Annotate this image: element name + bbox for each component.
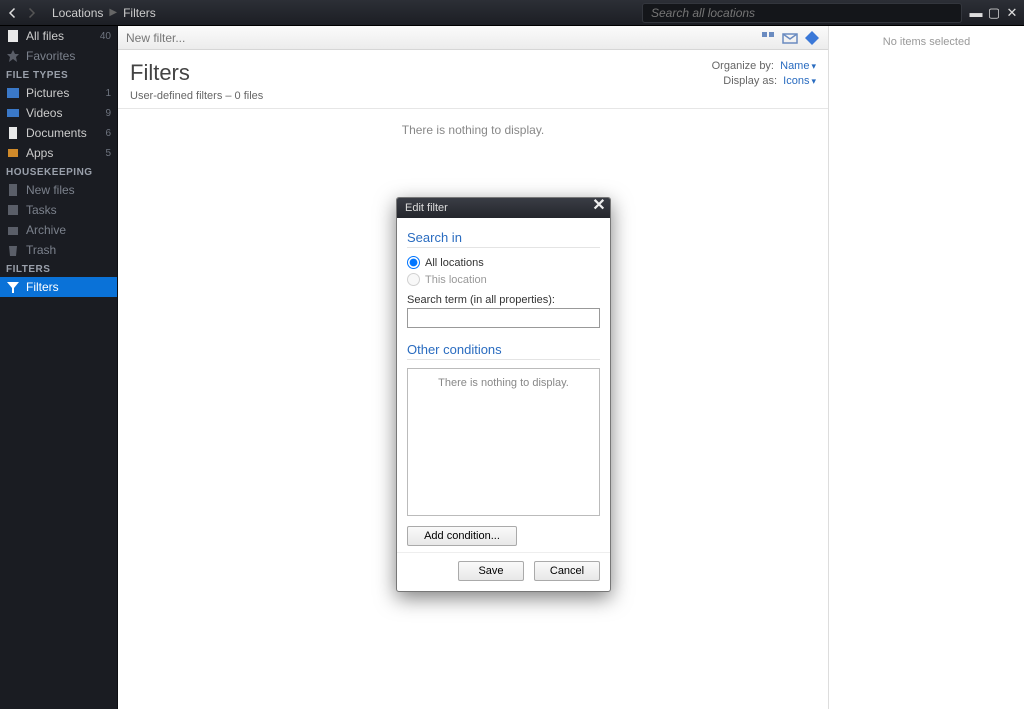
search-input[interactable] bbox=[642, 3, 962, 23]
conditions-list: There is nothing to display. bbox=[407, 368, 600, 516]
forward-button[interactable] bbox=[23, 5, 39, 21]
topbar: Locations ▶ Filters ▬ ▢ ✕ bbox=[0, 0, 1024, 26]
sidebar-item-all-files[interactable]: All files 40 bbox=[0, 26, 117, 46]
sidebar-item-label: Videos bbox=[26, 106, 101, 120]
sidebar-item-label: Tasks bbox=[26, 203, 111, 217]
nav-arrows bbox=[0, 5, 44, 21]
star-icon bbox=[6, 49, 20, 63]
no-selection-label: No items selected bbox=[883, 36, 970, 48]
minimize-button[interactable]: ▬ bbox=[968, 6, 984, 20]
filter-icon bbox=[6, 280, 20, 294]
sidebar-item-label: Documents bbox=[26, 126, 101, 140]
details-pane: No items selected bbox=[829, 26, 1024, 709]
sidebar-item-label: Filters bbox=[26, 280, 111, 294]
radio-this-location[interactable]: This location bbox=[407, 273, 600, 286]
sidebar-item-label: New files bbox=[26, 183, 111, 197]
sidebar-section-header: HOUSEKEEPING bbox=[0, 163, 117, 180]
tasks-icon bbox=[6, 203, 20, 217]
breadcrumb-item[interactable]: Locations bbox=[52, 6, 103, 20]
sidebar-item-label: Favorites bbox=[26, 49, 111, 63]
radio-label: This location bbox=[425, 274, 487, 286]
breadcrumb-item[interactable]: Filters bbox=[123, 6, 156, 20]
window-controls: ▬ ▢ ✕ bbox=[968, 6, 1020, 20]
conditions-empty-message: There is nothing to display. bbox=[438, 377, 569, 389]
search-in-heading: Search in bbox=[407, 230, 600, 248]
sidebar-section-header: FILTERS bbox=[0, 260, 117, 277]
sidebar-item-label: All files bbox=[26, 29, 96, 43]
file-icon bbox=[6, 29, 20, 43]
other-conditions-heading: Other conditions bbox=[407, 342, 600, 360]
search-term-input[interactable] bbox=[407, 308, 600, 328]
back-button[interactable] bbox=[5, 5, 21, 21]
sidebar-item-label: Apps bbox=[26, 146, 101, 160]
sidebar-item-trash[interactable]: Trash bbox=[0, 240, 117, 260]
archive-icon bbox=[6, 223, 20, 237]
sidebar-item-apps[interactable]: Apps 5 bbox=[0, 143, 117, 163]
sidebar-item-count: 40 bbox=[100, 31, 111, 42]
search-term-label: Search term (in all properties): bbox=[407, 294, 600, 306]
close-icon[interactable]: ✕ bbox=[590, 197, 608, 214]
sidebar-item-label: Trash bbox=[26, 243, 111, 257]
chevron-right-icon: ▶ bbox=[109, 7, 117, 18]
radio-label: All locations bbox=[425, 257, 484, 269]
sidebar-item-filters[interactable]: Filters bbox=[0, 277, 117, 297]
sidebar-item-videos[interactable]: Videos 9 bbox=[0, 103, 117, 123]
picture-icon bbox=[6, 86, 20, 100]
edit-filter-dialog: Edit filter ✕ Search in All locations Th… bbox=[396, 197, 611, 592]
trash-icon bbox=[6, 243, 20, 257]
caret-down-icon: ▾ bbox=[811, 76, 816, 86]
page-subtitle: User-defined filters – 0 files bbox=[130, 90, 712, 102]
sidebar: All files 40 Favorites FILE TYPES Pictur… bbox=[0, 26, 118, 709]
radio-all-locations[interactable]: All locations bbox=[407, 256, 600, 269]
sidebar-item-count: 6 bbox=[105, 128, 111, 139]
empty-message: There is nothing to display. bbox=[118, 123, 828, 137]
organize-by-label: Organize by: bbox=[712, 60, 774, 72]
display-as-dropdown[interactable]: Icons▾ bbox=[783, 75, 816, 87]
sidebar-item-newfiles[interactable]: New files bbox=[0, 180, 117, 200]
display-as-label: Display as: bbox=[723, 75, 777, 87]
info-icon[interactable] bbox=[804, 30, 820, 46]
sidebar-section-header: FILE TYPES bbox=[0, 66, 117, 83]
sidebar-item-pictures[interactable]: Pictures 1 bbox=[0, 83, 117, 103]
sidebar-item-archive[interactable]: Archive bbox=[0, 220, 117, 240]
sidebar-item-label: Pictures bbox=[26, 86, 101, 100]
breadcrumb: Locations ▶ Filters bbox=[52, 6, 156, 20]
newfiles-icon bbox=[6, 183, 20, 197]
sidebar-item-count: 9 bbox=[105, 108, 111, 119]
radio-input[interactable] bbox=[407, 256, 420, 269]
cancel-button[interactable]: Cancel bbox=[534, 561, 600, 581]
sidebar-item-label: Archive bbox=[26, 223, 111, 237]
dialog-titlebar[interactable]: Edit filter ✕ bbox=[397, 198, 610, 218]
page-header: Filters User-defined filters – 0 files O… bbox=[118, 50, 828, 109]
caret-down-icon: ▾ bbox=[811, 61, 816, 71]
new-filter-button[interactable]: New filter... bbox=[126, 31, 185, 45]
save-button[interactable]: Save bbox=[458, 561, 524, 581]
page-title: Filters bbox=[130, 60, 712, 86]
sidebar-item-tasks[interactable]: Tasks bbox=[0, 200, 117, 220]
dialog-title: Edit filter bbox=[405, 202, 448, 214]
sidebar-item-count: 5 bbox=[105, 148, 111, 159]
maximize-button[interactable]: ▢ bbox=[986, 6, 1002, 20]
view-mode-icon[interactable] bbox=[760, 30, 776, 46]
sidebar-item-documents[interactable]: Documents 6 bbox=[0, 123, 117, 143]
radio-input[interactable] bbox=[407, 273, 420, 286]
sidebar-item-favorites[interactable]: Favorites bbox=[0, 46, 117, 66]
sidebar-item-count: 1 bbox=[105, 88, 111, 99]
document-icon bbox=[6, 126, 20, 140]
close-button[interactable]: ✕ bbox=[1004, 6, 1020, 20]
organize-by-dropdown[interactable]: Name▾ bbox=[780, 60, 816, 72]
add-condition-button[interactable]: Add condition... bbox=[407, 526, 517, 546]
toolbar: New filter... bbox=[118, 26, 828, 50]
mail-icon[interactable] bbox=[782, 30, 798, 46]
apps-icon bbox=[6, 146, 20, 160]
video-icon bbox=[6, 106, 20, 120]
